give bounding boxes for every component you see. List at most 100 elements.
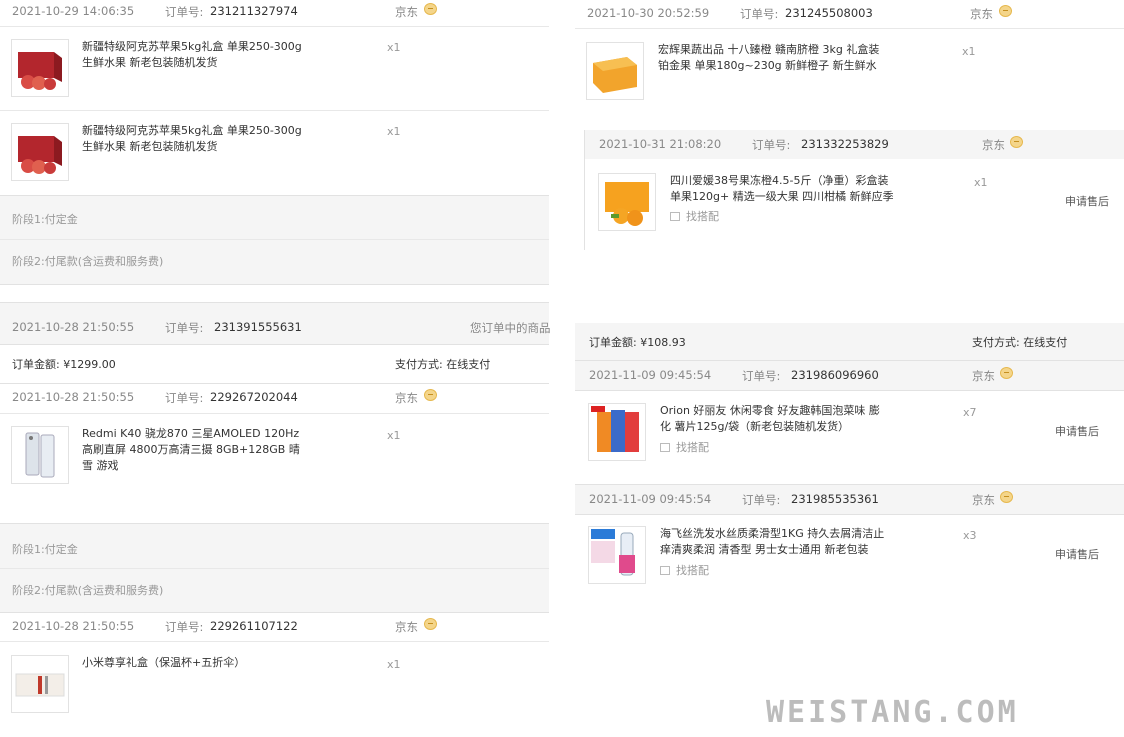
order-number: 231211327974 bbox=[210, 4, 298, 18]
shop-name[interactable]: 京东 bbox=[395, 4, 418, 20]
order-amount: 订单金额: ¥108.93 bbox=[589, 336, 686, 349]
product-quantity: x1 bbox=[387, 41, 401, 54]
order-summary: 订单金额: ¥108.93 支付方式: 在线支付 bbox=[575, 323, 1124, 361]
order-date: 2021-11-09 09:45:54 bbox=[589, 368, 712, 382]
product-title[interactable]: 海飞丝洗发水丝质柔滑型1KG 持久去屑清洁止痒清爽柔润 清香型 男士女士通用 新… bbox=[660, 526, 890, 558]
order-number: 229267202044 bbox=[210, 390, 298, 404]
shop-name[interactable]: 京东 bbox=[395, 390, 418, 406]
product-image-apple[interactable] bbox=[11, 39, 69, 97]
product-image-shampoo[interactable] bbox=[588, 526, 646, 584]
product-title[interactable]: 宏辉果蔬出品 十八臻橙 赣南脐橙 3kg 礼盒装 铂金果 单果180g~230g… bbox=[658, 42, 893, 74]
stage-1-label: 阶段1:付定金 bbox=[12, 213, 78, 226]
order-date: 2021-10-28 21:50:55 bbox=[12, 390, 135, 404]
order-header: 2021-10-30 20:52:59 订单号: 231245508003 京东 bbox=[575, 0, 1124, 28]
order-number: 231332253829 bbox=[801, 137, 889, 151]
order-date: 2021-10-31 21:08:20 bbox=[599, 137, 722, 151]
shop-name[interactable]: 京东 bbox=[970, 6, 993, 22]
order-no-label: 订单号: bbox=[165, 321, 204, 335]
chat-icon[interactable] bbox=[1000, 491, 1013, 503]
order-no-label: 订单号: bbox=[740, 7, 779, 21]
product-title[interactable]: 四川爱媛38号果冻橙4.5-5斤（净重）彩盒装 单果120g+ 精选一级大果 四… bbox=[670, 173, 900, 205]
order-number: 229261107122 bbox=[210, 619, 298, 633]
product-quantity: x1 bbox=[387, 658, 401, 671]
product-title[interactable]: 新疆特级阿克苏苹果5kg礼盒 单果250-300g 生鲜水果 新老包装随机发货 bbox=[82, 123, 307, 155]
divider bbox=[0, 239, 549, 240]
chat-icon[interactable] bbox=[999, 5, 1012, 17]
shop-name[interactable]: 京东 bbox=[972, 368, 995, 384]
chat-icon[interactable] bbox=[424, 389, 437, 401]
product-quantity: x1 bbox=[962, 45, 976, 58]
payment-method: 支付方式: 在线支付 bbox=[395, 358, 491, 371]
after-sale-link[interactable]: 申请售后 bbox=[1055, 423, 1099, 439]
divider bbox=[0, 568, 549, 569]
order-no-label: 订单号: bbox=[742, 493, 781, 507]
after-sale-link[interactable]: 申请售后 bbox=[1065, 193, 1109, 209]
puzzle-icon bbox=[660, 443, 670, 452]
product-image-phone[interactable] bbox=[11, 426, 69, 484]
puzzle-icon bbox=[670, 212, 680, 221]
find-match-link[interactable]: 找搭配 bbox=[660, 439, 709, 455]
stage-panel: 阶段1:付定金 阶段2:付尾款(含运费和服务费) bbox=[0, 195, 549, 285]
product-quantity: x1 bbox=[387, 125, 401, 138]
divider bbox=[0, 413, 549, 414]
order-date: 2021-10-29 14:06:35 bbox=[12, 4, 135, 18]
order-number: 231986096960 bbox=[791, 368, 879, 382]
chat-icon[interactable] bbox=[424, 618, 437, 630]
order-header: 2021-10-28 21:50:55 订单号: 231391555631 您订… bbox=[0, 302, 551, 344]
product-image-apple[interactable] bbox=[11, 123, 69, 181]
order-header: 2021-10-28 21:50:55 订单号: 229267202044 京东 bbox=[0, 383, 549, 413]
order-header: 2021-10-31 21:08:20 订单号: 231332253829 京东 bbox=[585, 130, 1124, 159]
product-quantity: x1 bbox=[974, 176, 988, 189]
find-match-label: 找搭配 bbox=[676, 441, 709, 454]
find-match-link[interactable]: 找搭配 bbox=[670, 208, 719, 224]
order-date: 2021-10-30 20:52:59 bbox=[587, 6, 710, 20]
product-image-orange-box[interactable] bbox=[598, 173, 656, 231]
product-title[interactable]: 小米尊享礼盒（保温杯+五折伞） bbox=[82, 655, 307, 671]
divider bbox=[0, 110, 549, 111]
order-date: 2021-10-28 21:50:55 bbox=[12, 320, 135, 334]
product-image-orange-box[interactable] bbox=[586, 42, 644, 100]
order-no-label: 订单号: bbox=[742, 369, 781, 383]
chat-icon[interactable] bbox=[1010, 136, 1023, 148]
stage-2-label: 阶段2:付尾款(含运费和服务费) bbox=[12, 584, 164, 597]
shop-name[interactable]: 京东 bbox=[972, 492, 995, 508]
after-sale-link[interactable]: 申请售后 bbox=[1055, 546, 1099, 562]
stage-panel: 阶段1:付定金 阶段2:付尾款(含运费和服务费) bbox=[0, 523, 549, 613]
order-header: 2021-10-29 14:06:35 订单号: 231211327974 京东 bbox=[0, 0, 549, 26]
stage-2-label: 阶段2:付尾款(含运费和服务费) bbox=[12, 255, 164, 268]
product-quantity: x1 bbox=[387, 429, 401, 442]
order-summary: 订单金额: ¥1299.00 支付方式: 在线支付 bbox=[0, 344, 549, 384]
order-no-label: 订单号: bbox=[165, 5, 204, 19]
find-match-link[interactable]: 找搭配 bbox=[660, 562, 709, 578]
order-no-label: 订单号: bbox=[165, 620, 204, 634]
shop-name[interactable]: 京东 bbox=[395, 619, 418, 635]
order-header: 2021-10-28 21:50:55 订单号: 229261107122 京东 bbox=[0, 612, 549, 641]
product-title[interactable]: Redmi K40 骁龙870 三星AMOLED 120Hz高刷直屏 4800万… bbox=[82, 426, 307, 474]
order-no-label: 订单号: bbox=[752, 138, 791, 152]
find-match-label: 找搭配 bbox=[676, 564, 709, 577]
shop-name[interactable]: 京东 bbox=[982, 137, 1005, 153]
chat-icon[interactable] bbox=[424, 3, 437, 15]
product-image-chips[interactable] bbox=[588, 403, 646, 461]
order-number: 231245508003 bbox=[785, 6, 873, 20]
order-number: 231391555631 bbox=[214, 320, 302, 334]
find-match-label: 找搭配 bbox=[686, 210, 719, 223]
order-date: 2021-11-09 09:45:54 bbox=[589, 492, 712, 506]
divider bbox=[0, 26, 549, 27]
order-amount: 订单金额: ¥1299.00 bbox=[12, 358, 116, 371]
payment-method: 支付方式: 在线支付 bbox=[972, 336, 1068, 349]
product-title[interactable]: 新疆特级阿克苏苹果5kg礼盒 单果250-300g 生鲜水果 新老包装随机发货 bbox=[82, 39, 307, 71]
goods-in-order-label: 您订单中的商品 bbox=[470, 321, 551, 335]
divider bbox=[575, 28, 1124, 29]
order-date: 2021-10-28 21:50:55 bbox=[12, 619, 135, 633]
order-number: 231985535361 bbox=[791, 492, 879, 506]
watermark: WEISTANG.COM bbox=[766, 695, 1019, 730]
puzzle-icon bbox=[660, 566, 670, 575]
product-quantity: x7 bbox=[963, 406, 977, 419]
product-image-gift-box[interactable] bbox=[11, 655, 69, 713]
product-title[interactable]: Orion 好丽友 休闲零食 好友趣韩国泡菜味 膨化 薯片125g/袋（新老包装… bbox=[660, 403, 885, 435]
stage-1-label: 阶段1:付定金 bbox=[12, 543, 78, 556]
chat-icon[interactable] bbox=[1000, 367, 1013, 379]
divider bbox=[0, 641, 549, 642]
product-quantity: x3 bbox=[963, 529, 977, 542]
